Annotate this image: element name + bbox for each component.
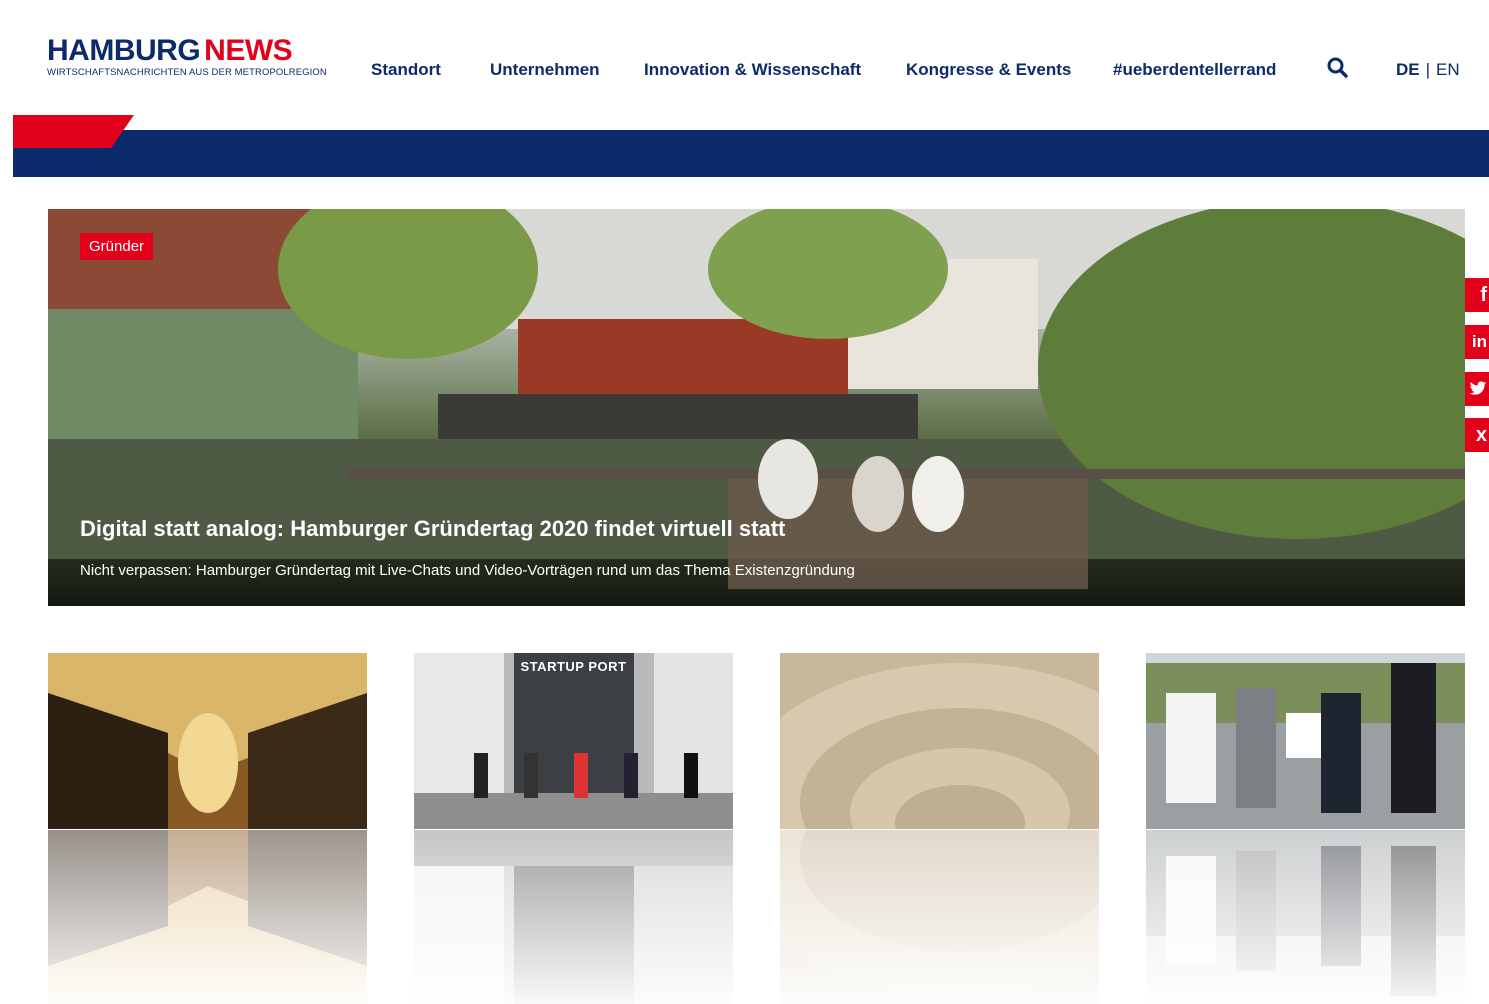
nav-item-kongresse[interactable]: Kongresse & Events: [906, 60, 1071, 80]
twitter-bird: [1469, 381, 1487, 395]
teaser-image: [1146, 653, 1465, 829]
nav-item-standort[interactable]: Standort: [371, 60, 441, 80]
hero-subtitle: Nicht verpassen: Hamburger Gründertag mi…: [80, 562, 855, 579]
linkedin-glyph: in: [1471, 332, 1487, 351]
twitter-icon[interactable]: [1465, 372, 1489, 406]
lang-separator: |: [1425, 60, 1431, 79]
nav-item-innovation[interactable]: Innovation & Wissenschaft: [644, 60, 861, 80]
lang-en-link[interactable]: EN: [1436, 60, 1460, 79]
teaser-card-4[interactable]: [1146, 653, 1465, 1004]
nav-item-unternehmen[interactable]: Unternehmen: [490, 60, 600, 80]
card-caption: STARTUP PORT: [520, 659, 627, 674]
facebook-glyph: f: [1480, 283, 1487, 306]
teaser-image: [780, 653, 1099, 829]
teaser-image: [48, 653, 367, 829]
lang-de-link[interactable]: DE: [1396, 60, 1420, 79]
reflection-fade: [414, 830, 733, 1004]
xing-glyph: x: [1475, 423, 1487, 446]
main-nav: Standort Unternehmen Innovation & Wissen…: [0, 60, 1489, 86]
category-tag[interactable]: Gründer: [80, 233, 154, 260]
site-header: HAMBURG NEWS WIRTSCHAFTSNACHRICHTEN AUS D…: [0, 0, 1489, 115]
xing-icon[interactable]: x: [1465, 418, 1489, 452]
teaser-card-1[interactable]: [48, 653, 367, 1004]
language-switcher: DE | EN: [1396, 60, 1460, 80]
reflection-fade: [48, 830, 367, 1004]
brand-band: [13, 130, 1489, 177]
reflection-fade: [1146, 830, 1465, 1004]
teaser-card-3[interactable]: [780, 653, 1099, 1004]
hero-teaser[interactable]: Gründer Digital statt analog: Hamburger …: [48, 209, 1465, 606]
teaser-card-2[interactable]: STARTUP PORT: [414, 653, 733, 1004]
hero-title[interactable]: Digital statt analog: Hamburger Gründert…: [80, 516, 785, 542]
linkedin-icon[interactable]: in: [1465, 325, 1489, 359]
nav-item-ueberdentellerrand[interactable]: #ueberdentellerrand: [1113, 60, 1276, 80]
teaser-image: [414, 653, 733, 829]
search-icon[interactable]: [1326, 56, 1350, 80]
facebook-icon[interactable]: f: [1465, 278, 1489, 312]
reflection-fade: [780, 830, 1099, 1004]
hero-image: [48, 209, 1465, 589]
